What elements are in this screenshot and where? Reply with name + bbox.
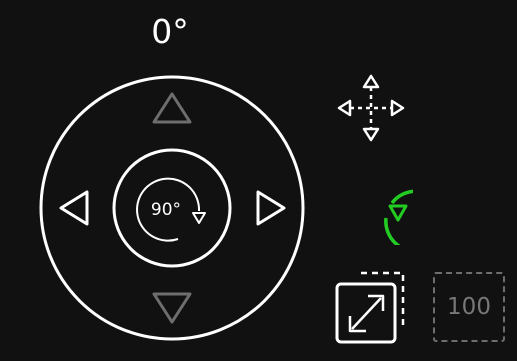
arrow-up-button[interactable] (152, 92, 192, 124)
fit-screen-icon (335, 271, 405, 344)
arrow-left-icon (59, 190, 89, 226)
zoom-level-button[interactable]: 100 (433, 272, 505, 342)
rotate-90-button[interactable]: 90° (112, 148, 232, 268)
zoom-level-label: 100 (447, 294, 491, 320)
fit-screen-button[interactable] (333, 270, 409, 346)
arrow-down-icon (152, 292, 192, 324)
rotate-clockwise-icon (384, 189, 413, 245)
rotate-arrowhead-icon (192, 212, 206, 224)
arrow-up-icon (152, 92, 192, 124)
move-button[interactable] (333, 70, 409, 146)
rotate-step-label: 90° (151, 200, 181, 220)
move-arrows-icon (337, 74, 405, 142)
arrow-down-button[interactable] (152, 292, 192, 324)
rotate-button[interactable] (333, 173, 413, 245)
arrow-right-icon (256, 190, 286, 226)
arrow-left-button[interactable] (59, 190, 89, 226)
rotation-control-panel: 0° 90° 100 (0, 0, 517, 361)
arrow-right-button[interactable] (256, 190, 286, 226)
direction-dial: 90° (39, 75, 305, 341)
rotation-angle-readout: 0° (151, 12, 189, 51)
